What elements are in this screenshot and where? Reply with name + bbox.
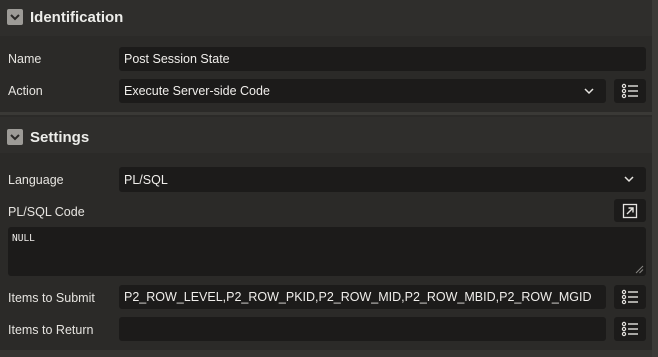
settings-section-header[interactable]: [0, 117, 658, 153]
chevron-down-icon: [624, 176, 634, 183]
chevron-down-icon: [10, 14, 20, 21]
action-list-button[interactable]: [614, 79, 646, 103]
plsql-code-editor[interactable]: [8, 227, 646, 276]
identification-title: Identification: [30, 9, 124, 26]
items-to-return-input[interactable]: [119, 317, 606, 341]
list-icon: [621, 83, 638, 99]
items-to-return-label: Items to Return: [8, 323, 94, 337]
identification-collapse-toggle[interactable]: [7, 9, 23, 25]
settings-title: Settings: [30, 129, 90, 146]
list-icon: [621, 289, 638, 305]
name-label: Name: [8, 52, 42, 66]
items-to-submit-list-button[interactable]: [614, 285, 646, 309]
list-icon: [621, 321, 638, 337]
expand-code-editor-button[interactable]: [614, 199, 646, 222]
chevron-down-icon: [10, 134, 20, 141]
resize-handle-icon[interactable]: [634, 264, 644, 274]
plsql-code-text: NULL: [12, 233, 35, 244]
bottom-divider: [0, 350, 658, 357]
chevron-down-icon: [584, 88, 594, 95]
action-label: Action: [8, 84, 43, 98]
action-select[interactable]: Execute Server-side Code: [119, 79, 606, 103]
action-select-value: Execute Server-side Code: [124, 84, 270, 98]
language-label: Language: [8, 173, 64, 187]
name-input[interactable]: Post Session State: [119, 47, 646, 71]
items-to-submit-label: Items to Submit: [8, 291, 95, 305]
items-to-return-list-button[interactable]: [614, 317, 646, 341]
language-select[interactable]: PL/SQL: [119, 167, 646, 192]
expand-icon: [622, 203, 638, 218]
language-select-value: PL/SQL: [124, 172, 168, 187]
plsql-code-label: PL/SQL Code: [8, 205, 85, 219]
settings-collapse-toggle[interactable]: [7, 129, 23, 145]
items-to-submit-input[interactable]: P2_ROW_LEVEL,P2_ROW_PKID,P2_ROW_MID,P2_R…: [119, 285, 606, 309]
section-divider: [0, 112, 658, 115]
scrollbar-track[interactable]: [652, 0, 658, 357]
